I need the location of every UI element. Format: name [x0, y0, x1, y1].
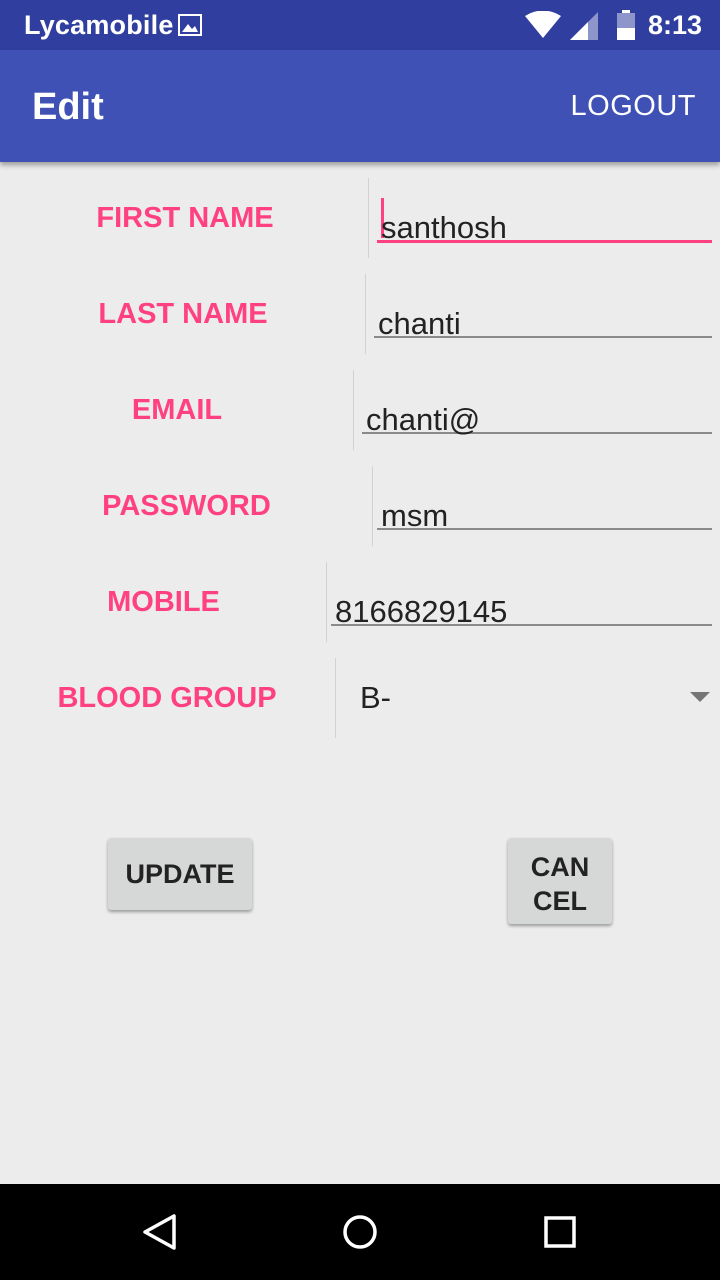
- carrier-name: Lycamobile: [24, 10, 174, 40]
- last-name-row: LAST NAME chanti: [0, 274, 720, 354]
- app-bar: Edit LOGOUT: [0, 50, 720, 162]
- password-row: PASSWORD msm: [0, 466, 720, 546]
- clock: 8:13: [648, 10, 703, 40]
- first-name-value: santhosh: [381, 210, 507, 245]
- divider: [365, 274, 366, 354]
- last-name-label: LAST NAME: [98, 298, 268, 330]
- password-field[interactable]: msm: [377, 482, 712, 533]
- password-value: msm: [381, 498, 449, 533]
- back-icon[interactable]: [140, 1212, 180, 1252]
- last-name-value: chanti: [378, 306, 461, 341]
- divider: [372, 466, 373, 546]
- blood-group-row: BLOOD GROUP B-: [0, 658, 720, 738]
- mobile-label: MOBILE: [107, 586, 220, 618]
- cancel-button[interactable]: CAN CEL: [508, 838, 612, 924]
- blood-group-label: BLOOD GROUP: [57, 682, 277, 714]
- first-name-field[interactable]: santhosh: [377, 194, 712, 245]
- logout-button[interactable]: LOGOUT: [571, 90, 696, 123]
- status-bar: Lycamobile 8:13: [0, 0, 720, 50]
- email-value: chanti@: [366, 402, 481, 437]
- battery-icon: [617, 10, 635, 40]
- wifi-icon: [525, 11, 561, 38]
- email-label: EMAIL: [131, 394, 223, 426]
- signal-icon: [570, 12, 598, 40]
- email-row: EMAIL chanti@: [0, 370, 720, 450]
- update-button[interactable]: UPDATE: [108, 838, 252, 910]
- first-name-label: FIRST NAME: [96, 202, 274, 234]
- recents-icon[interactable]: [540, 1212, 580, 1252]
- image-notification-icon: [178, 14, 202, 36]
- navigation-bar: [0, 1184, 720, 1280]
- mobile-row: MOBILE 8166829145: [0, 562, 720, 642]
- page-title: Edit: [32, 86, 104, 128]
- cancel-label-line2: CEL: [533, 886, 587, 916]
- blood-group-value: B-: [360, 680, 391, 715]
- divider: [353, 370, 354, 450]
- home-icon[interactable]: [340, 1212, 380, 1252]
- first-name-row: FIRST NAME santhosh: [0, 178, 720, 258]
- divider: [368, 178, 369, 258]
- mobile-field[interactable]: 8166829145: [331, 578, 712, 629]
- blood-group-dropdown[interactable]: B-: [336, 658, 720, 738]
- email-field[interactable]: chanti@: [362, 386, 712, 437]
- password-label: PASSWORD: [102, 490, 271, 522]
- divider: [326, 562, 327, 642]
- dropdown-arrow-icon: [690, 692, 710, 702]
- last-name-field[interactable]: chanti: [374, 290, 712, 341]
- mobile-value: 8166829145: [335, 594, 508, 629]
- cancel-label-line1: CAN: [530, 852, 590, 882]
